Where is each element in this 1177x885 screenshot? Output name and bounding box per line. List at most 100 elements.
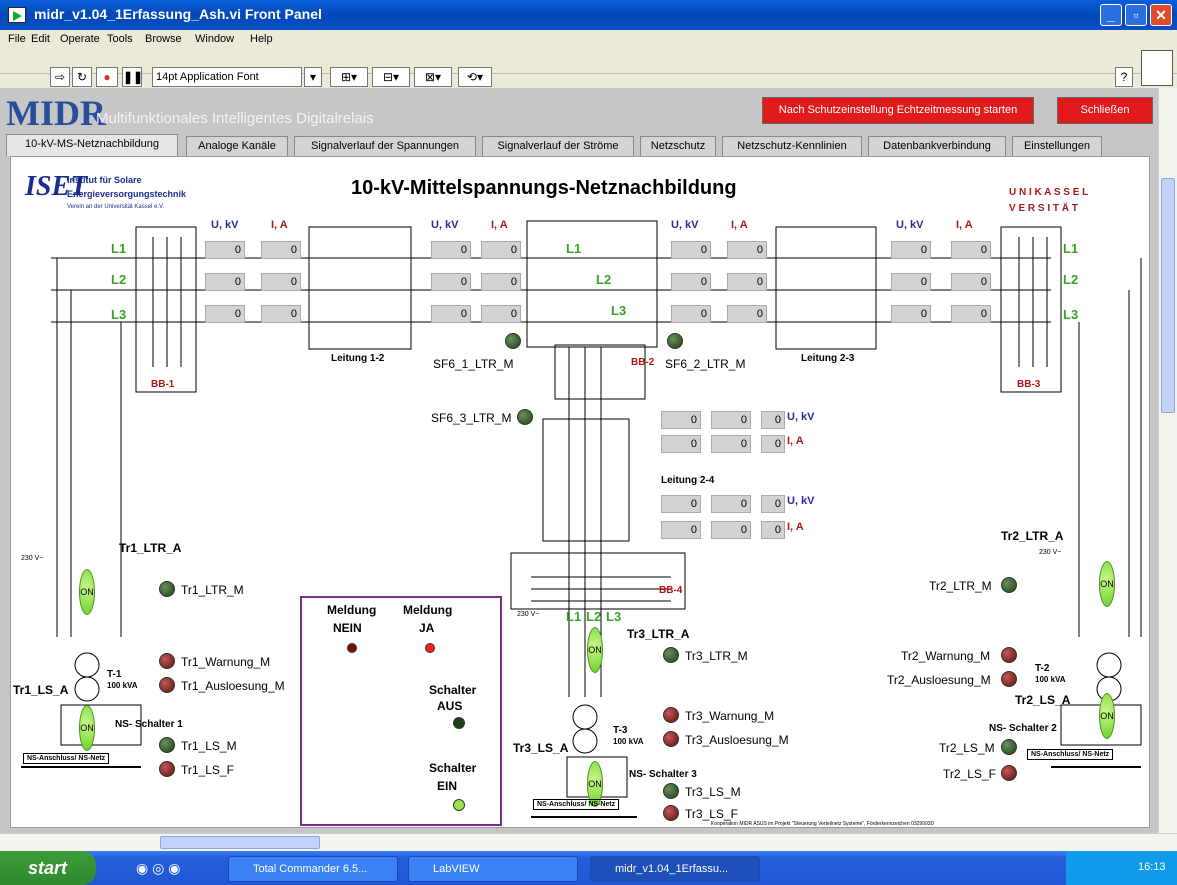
bb4-label: BB-4 bbox=[659, 585, 683, 596]
menu-edit[interactable]: Edit bbox=[31, 33, 50, 45]
tr1-ls-m-led bbox=[159, 737, 175, 753]
phase-l1-mid: L1 bbox=[566, 241, 582, 256]
i-l1-bb1: 0 bbox=[261, 241, 301, 259]
legend-ja-2: JA bbox=[419, 621, 435, 635]
tab-netznachbildung[interactable]: 10-kV-MS-Netznachbildung bbox=[6, 134, 178, 156]
tr1-ls-f-led bbox=[159, 761, 175, 777]
line24-label: Leitung 2-4 bbox=[661, 475, 715, 486]
horizontal-scrollbar[interactable] bbox=[0, 833, 1177, 851]
run-arrow-icon[interactable]: ⇨ bbox=[50, 67, 70, 87]
tr1-ausl-label: Tr1_Ausloesung_M bbox=[181, 679, 285, 693]
tr1-t-label: T-1 bbox=[107, 669, 122, 680]
vertical-scroll-thumb[interactable] bbox=[1161, 178, 1175, 413]
help-icon[interactable]: ? bbox=[1115, 67, 1133, 87]
minimize-button[interactable]: _ bbox=[1100, 4, 1122, 26]
tr2-ltr-a-label: Tr2_LTR_A bbox=[1001, 529, 1064, 543]
phase-l3-bb4: L3 bbox=[606, 609, 622, 624]
tr3-kva-label: 100 kVA bbox=[613, 737, 644, 746]
i-label-1: I, A bbox=[271, 219, 288, 231]
i-l1-bb2: 0 bbox=[727, 241, 767, 259]
vertical-scrollbar[interactable] bbox=[1158, 88, 1177, 833]
tab-netzschutz[interactable]: Netzschutz bbox=[640, 136, 716, 156]
font-dropdown-icon[interactable]: ▾ bbox=[304, 67, 322, 87]
tr1-ls-m-label: Tr1_LS_M bbox=[181, 739, 237, 753]
tr1-ltr-a-label: Tr1_LTR_A bbox=[119, 541, 182, 555]
tr2-ltr-switch[interactable]: ON bbox=[1099, 561, 1115, 607]
menu-file[interactable]: File bbox=[8, 33, 26, 45]
i-24b-l3: 0 bbox=[761, 521, 785, 539]
tr1-netz-label: NS-Anschluss/ NS-Netz bbox=[23, 753, 110, 764]
tr2-ns-label: NS- Schalter 2 bbox=[989, 723, 1057, 734]
close-button[interactable]: ✕ bbox=[1150, 4, 1172, 26]
quicklaunch-icons[interactable]: ◉ ◎ ◉ bbox=[136, 860, 180, 877]
i-24b-l2: 0 bbox=[711, 521, 751, 539]
tr2-ls-m-label: Tr2_LS_M bbox=[939, 741, 995, 755]
task-midr[interactable]: midr_v1.04_1Erfassu... bbox=[590, 856, 760, 882]
tr1-ltr-switch[interactable]: ON bbox=[79, 569, 95, 615]
u-l2-l23: 0 bbox=[891, 273, 931, 291]
menu-operate[interactable]: Operate bbox=[60, 33, 100, 45]
u-l3-l12: 0 bbox=[431, 305, 471, 323]
tr2-t-label: T-2 bbox=[1035, 663, 1050, 674]
task-labview[interactable]: LabVIEW bbox=[408, 856, 578, 882]
u-l3-l23: 0 bbox=[891, 305, 931, 323]
horizontal-scroll-thumb[interactable] bbox=[160, 836, 320, 849]
phase-l2-left: L2 bbox=[111, 272, 127, 287]
run-continuous-icon[interactable]: ↻ bbox=[72, 67, 92, 87]
sf6-1-led bbox=[505, 333, 521, 349]
menu-browse[interactable]: Browse bbox=[145, 33, 182, 45]
legend-ein-1: Schalter bbox=[429, 761, 477, 775]
start-button[interactable]: start bbox=[0, 851, 96, 885]
start-measurement-button[interactable]: Nach Schutzeinstellung Echtzeitmessung s… bbox=[762, 97, 1034, 124]
phase-l1-bb4: L1 bbox=[566, 609, 582, 624]
tab-analoge-kanaele[interactable]: Analoge Kanäle bbox=[186, 136, 288, 156]
tab-stroeme[interactable]: Signalverlauf der Ströme bbox=[482, 136, 634, 156]
u-l3-bb1: 0 bbox=[205, 305, 245, 323]
menu-help[interactable]: Help bbox=[250, 33, 273, 45]
tr2-ls-m-led bbox=[1001, 739, 1017, 755]
resize-icon[interactable]: ⊠▾ bbox=[414, 67, 452, 87]
tab-spannungen[interactable]: Signalverlauf der Spannungen bbox=[294, 136, 476, 156]
legend-ein-led bbox=[453, 799, 465, 811]
menu-window[interactable]: Window bbox=[195, 33, 234, 45]
tab-einstellungen[interactable]: Einstellungen bbox=[1012, 136, 1102, 156]
legend-ja-led bbox=[425, 643, 435, 653]
tr3-ns-label: NS- Schalter 3 bbox=[629, 769, 697, 780]
tab-kennlinien[interactable]: Netzschutz-Kennlinien bbox=[722, 136, 862, 156]
tr3-ls-f-led bbox=[663, 805, 679, 821]
u-l1-bb2: 0 bbox=[671, 241, 711, 259]
tr1-ls-f-label: Tr1_LS_F bbox=[181, 763, 234, 777]
tr1-ausl-led bbox=[159, 677, 175, 693]
maximize-button[interactable]: ▫ bbox=[1125, 4, 1147, 26]
reorder-icon[interactable]: ⟲▾ bbox=[458, 67, 492, 87]
i-24b-l1: 0 bbox=[661, 521, 701, 539]
tr3-netz-label: NS-Anschluss/ NS-Netz bbox=[533, 799, 620, 810]
u-l2-l12: 0 bbox=[431, 273, 471, 291]
tr1-ls-switch[interactable]: ON bbox=[79, 705, 95, 751]
close-panel-button[interactable]: Schließen bbox=[1057, 97, 1153, 124]
i-l3-bb2: 0 bbox=[727, 305, 767, 323]
tr1-ltr-m-led bbox=[159, 581, 175, 597]
tr3-warn-led bbox=[663, 707, 679, 723]
i-l3-l12: 0 bbox=[481, 305, 521, 323]
i-l1-l23: 0 bbox=[951, 241, 991, 259]
tab-datenbank[interactable]: Datenbankverbindung bbox=[868, 136, 1006, 156]
tr3-ltr-switch[interactable]: ON bbox=[587, 627, 603, 673]
u-l2-bb1: 0 bbox=[205, 273, 245, 291]
tr3-t-label: T-3 bbox=[613, 725, 628, 736]
sf6-3-label: SF6_3_LTR_M bbox=[431, 411, 512, 425]
tr1-ltr-m-label: Tr1_LTR_M bbox=[181, 583, 244, 597]
u-label-3: U, kV bbox=[671, 219, 699, 231]
menu-tools[interactable]: Tools bbox=[107, 33, 133, 45]
task-total-commander[interactable]: Total Commander 6.5... bbox=[228, 856, 398, 882]
phase-l2-bb4: L2 bbox=[586, 609, 602, 624]
pause-icon[interactable]: ❚❚ bbox=[122, 67, 143, 87]
abort-icon[interactable]: ● bbox=[96, 67, 118, 87]
phase-l3-right: L3 bbox=[1063, 307, 1079, 322]
distribute-icon[interactable]: ⊟▾ bbox=[372, 67, 410, 87]
font-select[interactable]: 14pt Application Font bbox=[152, 67, 302, 87]
clock: 16:13 bbox=[1138, 861, 1166, 873]
tr2-ltr-m-led bbox=[1001, 577, 1017, 593]
align-icon[interactable]: ⊞▾ bbox=[330, 67, 368, 87]
tr2-ls-switch[interactable]: ON bbox=[1099, 693, 1115, 739]
